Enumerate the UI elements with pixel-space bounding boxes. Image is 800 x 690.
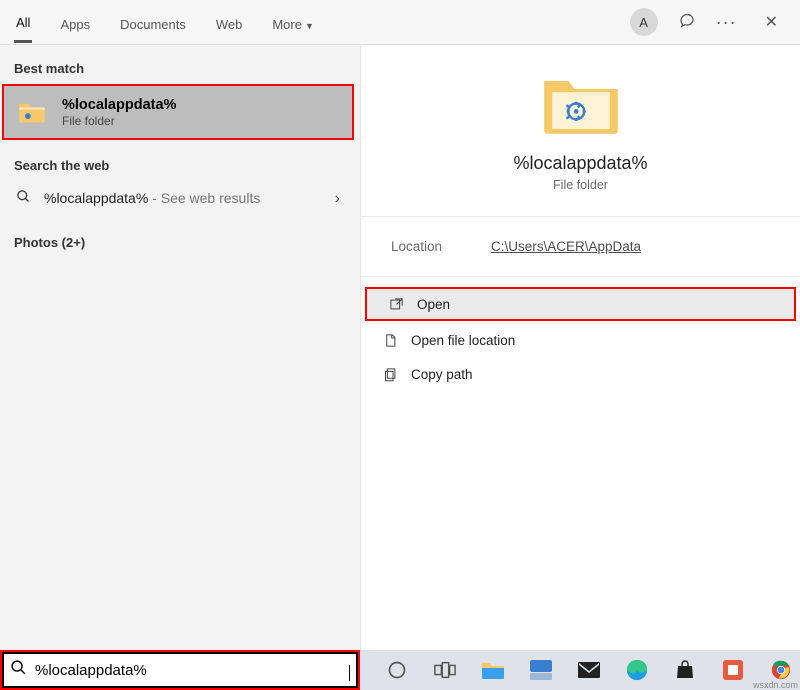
- tab-more[interactable]: More▼: [270, 3, 316, 42]
- open-file-location-icon: [379, 333, 401, 348]
- best-match-header: Best match: [0, 45, 360, 82]
- search-icon: [10, 659, 27, 681]
- avatar[interactable]: A: [630, 8, 658, 36]
- file-explorer-icon[interactable]: [480, 657, 506, 683]
- action-open-location-label: Open file location: [411, 333, 515, 348]
- action-open-label: Open: [417, 297, 450, 312]
- app-icon-1[interactable]: [528, 657, 554, 683]
- search-input[interactable]: [35, 662, 349, 679]
- results-pane: Best match %localappdata% File folder Se…: [0, 45, 360, 650]
- search-tabs-bar: All Apps Documents Web More▼ A ··· ✕: [0, 0, 800, 45]
- detail-title: %localappdata%: [513, 153, 647, 174]
- cortana-icon[interactable]: [384, 657, 410, 683]
- search-web-header: Search the web: [0, 142, 360, 179]
- best-match-title: %localappdata%: [62, 97, 176, 113]
- chevron-down-icon: ▼: [305, 21, 314, 31]
- action-copy-path-label: Copy path: [411, 367, 473, 382]
- web-result-suffix: - See web results: [148, 190, 260, 206]
- location-label: Location: [391, 239, 491, 254]
- edge-icon[interactable]: [624, 657, 650, 683]
- web-result-query: %localappdata%: [44, 190, 148, 206]
- folder-icon: [18, 98, 46, 126]
- mail-icon[interactable]: [576, 657, 602, 683]
- text-caret: [349, 665, 350, 681]
- search-box[interactable]: [0, 650, 360, 690]
- task-view-icon[interactable]: [432, 657, 458, 683]
- best-match-item[interactable]: %localappdata% File folder: [2, 84, 354, 140]
- chevron-right-icon: ›: [335, 190, 340, 208]
- feedback-icon[interactable]: [678, 13, 696, 31]
- folder-large-icon: [541, 73, 621, 137]
- detail-subtitle: File folder: [553, 178, 608, 192]
- tab-all[interactable]: All: [14, 1, 32, 43]
- tab-web[interactable]: Web: [214, 3, 245, 42]
- taskbar-area: [0, 650, 800, 690]
- open-icon: [385, 297, 407, 312]
- action-copy-path[interactable]: Copy path: [361, 357, 800, 391]
- store-icon[interactable]: [672, 657, 698, 683]
- best-match-subtitle: File folder: [62, 114, 176, 128]
- tab-more-label: More: [272, 17, 302, 32]
- action-open-file-location[interactable]: Open file location: [361, 323, 800, 357]
- more-options-icon[interactable]: ···: [716, 12, 737, 33]
- action-open[interactable]: Open: [365, 287, 796, 321]
- taskbar: [360, 650, 800, 690]
- web-result-item[interactable]: %localappdata% - See web results ›: [0, 179, 360, 219]
- tab-documents[interactable]: Documents: [118, 3, 188, 42]
- app-icon-2[interactable]: [720, 657, 746, 683]
- photos-header: Photos (2+): [0, 219, 360, 256]
- detail-pane: %localappdata% File folder Location C:\U…: [360, 45, 800, 650]
- close-button[interactable]: ✕: [757, 8, 786, 36]
- location-row: Location C:\Users\ACER\AppData: [361, 217, 800, 277]
- copy-path-icon: [379, 367, 401, 382]
- tab-apps[interactable]: Apps: [58, 3, 92, 42]
- location-value[interactable]: C:\Users\ACER\AppData: [491, 239, 641, 254]
- watermark: wsxdn.com: [753, 680, 798, 690]
- search-icon: [14, 189, 32, 209]
